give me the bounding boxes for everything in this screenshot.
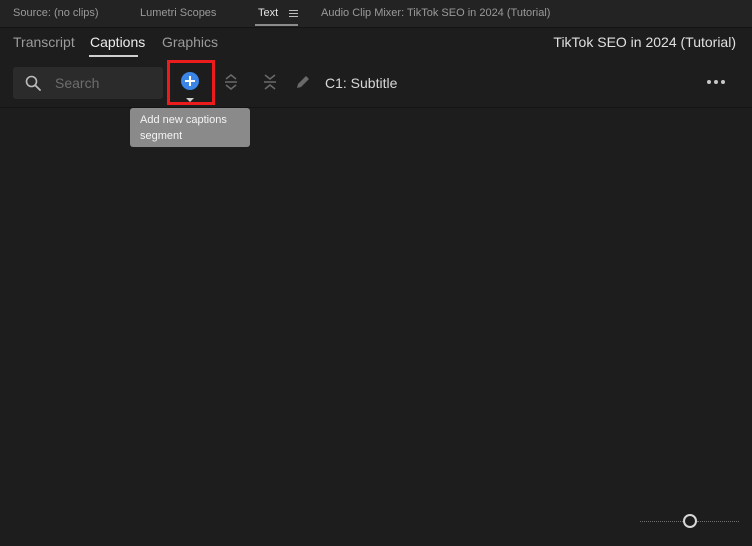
panel-tab-bar: Source: (no clips) Lumetri Scopes Text A…: [0, 0, 752, 28]
tab-audio-clip-mixer[interactable]: Audio Clip Mixer: TikTok SEO in 2024 (Tu…: [321, 7, 550, 19]
tab-captions[interactable]: Captions: [90, 34, 145, 50]
tab-transcript[interactable]: Transcript: [13, 34, 75, 50]
zoom-slider[interactable]: [640, 512, 740, 532]
zoom-track-right: [697, 521, 739, 522]
pencil-icon[interactable]: [293, 72, 313, 92]
active-tab-indicator: [255, 24, 298, 26]
panel-menu-icon[interactable]: [289, 10, 298, 18]
tab-text[interactable]: Text: [258, 7, 278, 19]
sequence-title: TikTok SEO in 2024 (Tutorial): [553, 34, 736, 50]
caption-track-label[interactable]: C1: Subtitle: [325, 75, 397, 91]
merge-captions-icon[interactable]: [260, 72, 280, 92]
search-box[interactable]: [13, 67, 163, 99]
search-input[interactable]: [55, 74, 155, 92]
more-icon[interactable]: [707, 80, 725, 84]
search-icon: [25, 75, 41, 91]
tab-source[interactable]: Source: (no clips): [13, 7, 99, 19]
text-panel-tabs: Transcript Captions Graphics TikTok SEO …: [0, 28, 752, 58]
zoom-handle[interactable]: [683, 514, 697, 528]
add-captions-tooltip: Add new captions segment: [130, 108, 250, 147]
split-caption-icon[interactable]: [221, 72, 241, 92]
add-dropdown-caret-icon[interactable]: [186, 98, 194, 102]
tab-graphics[interactable]: Graphics: [162, 34, 218, 50]
zoom-track-left: [640, 521, 683, 522]
add-captions-icon[interactable]: [181, 72, 199, 90]
captions-tab-indicator: [89, 55, 138, 57]
captions-toolbar: C1: Subtitle: [0, 58, 752, 108]
tab-lumetri-scopes[interactable]: Lumetri Scopes: [140, 7, 216, 19]
